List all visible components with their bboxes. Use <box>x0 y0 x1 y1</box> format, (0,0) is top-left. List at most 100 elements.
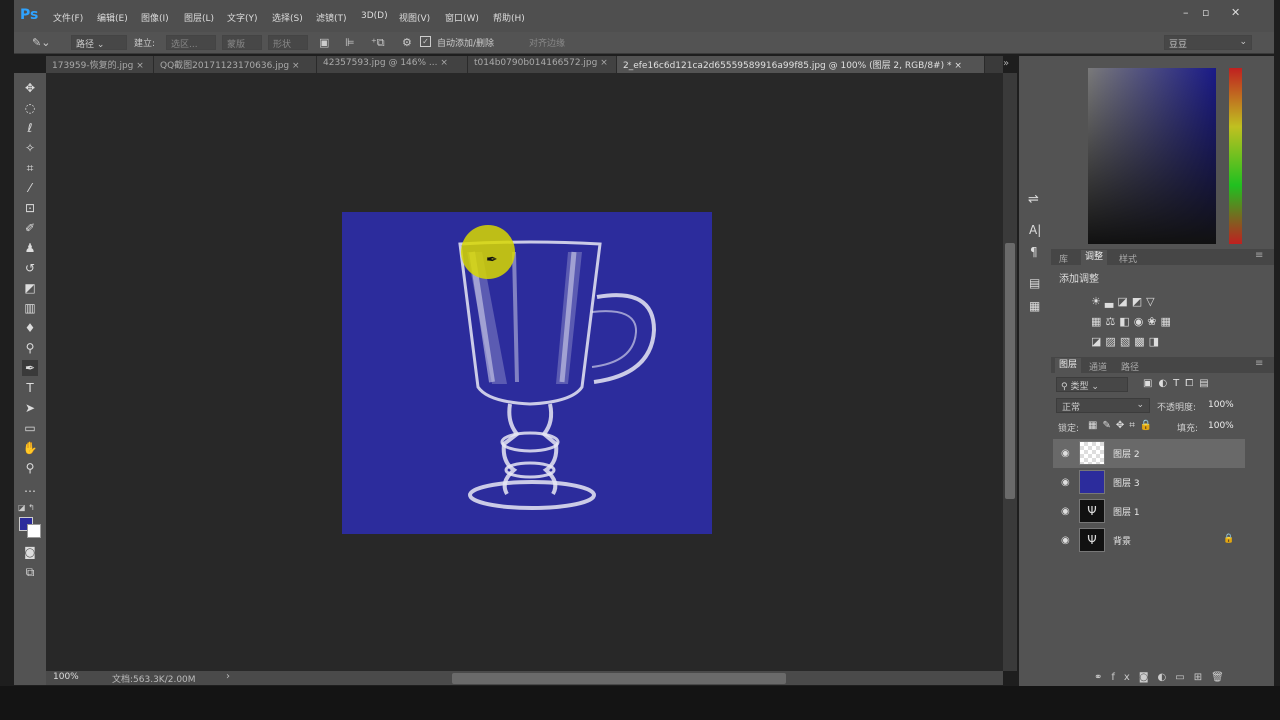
menu-layer[interactable]: 图层(L) <box>184 11 214 24</box>
brightness-icon[interactable]: ☀ <box>1091 295 1105 308</box>
quick-mask-icon[interactable]: ◙ <box>22 544 38 560</box>
tab-close-icon[interactable]: × <box>600 58 608 68</box>
opacity-input[interactable]: 100% <box>1208 400 1234 410</box>
tab-close-icon[interactable]: × <box>954 61 962 71</box>
history-icon[interactable]: ▤ <box>1029 276 1040 290</box>
gear-icon[interactable]: ⚙ <box>402 36 412 49</box>
path-arrange-icon[interactable]: ⁺⧉ <box>371 36 385 50</box>
menu-edit[interactable]: 编辑(E) <box>97 11 128 24</box>
threshold-icon[interactable]: ▧ <box>1120 335 1134 348</box>
vibrance-icon[interactable]: ▽ <box>1146 295 1158 308</box>
screen-mode-icon[interactable]: ⧉ <box>22 564 38 580</box>
healing-brush-icon[interactable]: ⊡ <box>22 200 38 216</box>
tab-doc-3[interactable]: 42357593.jpg @ 146% ... × <box>317 56 468 73</box>
auto-add-checkbox[interactable]: ✓ <box>420 36 431 47</box>
rectangle-tool-icon[interactable]: ▭ <box>22 420 38 436</box>
path-select-icon[interactable]: ➤ <box>22 400 38 416</box>
balance-icon[interactable]: ⚖ <box>1105 315 1119 328</box>
gradient-map-icon[interactable]: ▩ <box>1134 335 1148 348</box>
fx-icon[interactable]: fx <box>1111 672 1138 683</box>
menu-3d[interactable]: 3D(D) <box>361 11 388 21</box>
link-icon[interactable]: ⚭ <box>1094 672 1111 683</box>
pen-tool-icon[interactable]: ✒ <box>22 360 38 376</box>
color-picker-field[interactable] <box>1088 68 1216 244</box>
posterize-icon[interactable]: ▨ <box>1105 335 1119 348</box>
adjustment-icon[interactable]: ◐ <box>1158 672 1176 683</box>
layer-filter-icons[interactable]: ▣◐T⧠▤ <box>1143 378 1215 389</box>
mixer-icon[interactable]: ❀ <box>1147 315 1160 328</box>
visibility-icon[interactable]: ◉ <box>1061 477 1073 488</box>
tab-close-icon[interactable]: × <box>292 61 300 71</box>
marquee-tool-icon[interactable]: ◌ <box>22 100 38 116</box>
hue-icon[interactable]: ▦ <box>1091 315 1105 328</box>
blur-tool-icon[interactable]: ♦ <box>22 320 38 336</box>
tab-channels[interactable]: 通道 <box>1089 360 1107 373</box>
curves-icon[interactable]: ◪ <box>1117 295 1131 308</box>
tab-close-icon[interactable]: × <box>136 61 144 71</box>
tab-doc-4[interactable]: t014b0790b014166572.jpg × <box>468 56 617 73</box>
status-menu-icon[interactable]: › <box>226 671 230 682</box>
tab-paths[interactable]: 路径 <box>1121 360 1139 373</box>
bw-icon[interactable]: ◧ <box>1119 315 1133 328</box>
horizontal-scrollbar[interactable] <box>452 673 786 684</box>
shape-button[interactable]: 形状 <box>268 35 308 50</box>
notes-icon[interactable]: ▦ <box>1029 299 1040 313</box>
tab-doc-2[interactable]: QQ截图20171123170636.jpg × <box>154 56 317 73</box>
move-tool-icon[interactable]: ✥ <box>22 80 38 96</box>
exposure-icon[interactable]: ◩ <box>1132 295 1146 308</box>
scroll-thumb[interactable] <box>1005 243 1015 499</box>
layer-item[interactable]: ◉ 图层 3 <box>1053 468 1245 497</box>
document-canvas[interactable]: ✒ <box>342 212 712 534</box>
background-color[interactable] <box>27 524 41 538</box>
tab-library[interactable]: 库 <box>1059 252 1068 265</box>
menu-view[interactable]: 视图(V) <box>399 11 430 24</box>
visibility-icon[interactable]: ◉ <box>1061 506 1073 517</box>
gradient-tool-icon[interactable]: ▥ <box>22 300 38 316</box>
workspace-select[interactable]: 豆豆 ⌄ <box>1164 35 1252 50</box>
levels-icon[interactable]: ▃ <box>1105 295 1117 308</box>
panel-menu-icon[interactable]: ≡ <box>1255 250 1263 261</box>
path-ops-icon[interactable]: ▣ <box>319 36 329 49</box>
character-icon[interactable]: A| <box>1029 223 1041 237</box>
restore-icon[interactable]: ▫ <box>1202 6 1209 19</box>
dodge-tool-icon[interactable]: ⚲ <box>22 340 38 356</box>
tabs-overflow-icon[interactable]: » <box>1003 58 1009 69</box>
menu-file[interactable]: 文件(F) <box>53 11 83 24</box>
magic-wand-icon[interactable]: ✧ <box>22 140 38 156</box>
layer-item[interactable]: ◉ 图层 2 <box>1053 439 1245 468</box>
mask-button[interactable]: 蒙版 <box>222 35 262 50</box>
eyedropper-icon[interactable]: ⁄ <box>22 180 38 196</box>
new-layer-icon[interactable]: ⊞ <box>1194 672 1211 683</box>
lock-icons[interactable]: ▦✎✥⌗🔒 <box>1088 420 1157 431</box>
panel-menu-icon[interactable]: ≡ <box>1255 358 1263 369</box>
delete-icon[interactable]: 🗑 <box>1211 672 1233 683</box>
color-spectrum-slider[interactable] <box>1229 68 1242 244</box>
path-align-icon[interactable]: ⊫ <box>345 36 355 49</box>
visibility-icon[interactable]: ◉ <box>1061 448 1073 459</box>
paragraph-icon[interactable]: ¶ <box>1030 245 1038 259</box>
tab-layers[interactable]: 图层 <box>1055 358 1082 373</box>
stamp-tool-icon[interactable]: ♟ <box>22 240 38 256</box>
blend-mode-select[interactable]: 正常 ⌄ <box>1056 398 1150 413</box>
menu-type[interactable]: 文字(Y) <box>227 11 258 24</box>
tab-close-icon[interactable]: × <box>440 58 448 68</box>
lookup-icon[interactable]: ▦ <box>1161 315 1175 328</box>
menu-help[interactable]: 帮助(H) <box>493 11 525 24</box>
layer-filter-select[interactable]: ⚲ 类型 ⌄ <box>1056 377 1128 392</box>
hand-tool-icon[interactable]: ✋ <box>22 440 38 456</box>
menu-image[interactable]: 图像(I) <box>141 11 169 24</box>
layer-item[interactable]: ◉ Ψ 图层 1 <box>1053 497 1245 526</box>
minimize-icon[interactable]: – <box>1183 6 1189 19</box>
crop-tool-icon[interactable]: ⌗ <box>22 160 38 176</box>
type-tool-icon[interactable]: T <box>22 380 38 396</box>
tab-doc-5[interactable]: 2_efe16c6d121ca2d65559589916a99f85.jpg @… <box>617 56 985 73</box>
visibility-icon[interactable]: ◉ <box>1061 535 1073 546</box>
brush-tool-icon[interactable]: ✐ <box>22 220 38 236</box>
invert-icon[interactable]: ◪ <box>1091 335 1105 348</box>
properties-icon[interactable]: ⇌ <box>1028 192 1039 207</box>
mode-select[interactable]: 路径 ⌄ <box>71 35 127 50</box>
more-tools-icon[interactable]: … <box>22 480 38 496</box>
layer-item[interactable]: ◉ Ψ 背景 🔒 <box>1053 526 1245 555</box>
mask-icon[interactable]: ◙ <box>1139 672 1158 683</box>
fill-input[interactable]: 100% <box>1208 421 1234 431</box>
